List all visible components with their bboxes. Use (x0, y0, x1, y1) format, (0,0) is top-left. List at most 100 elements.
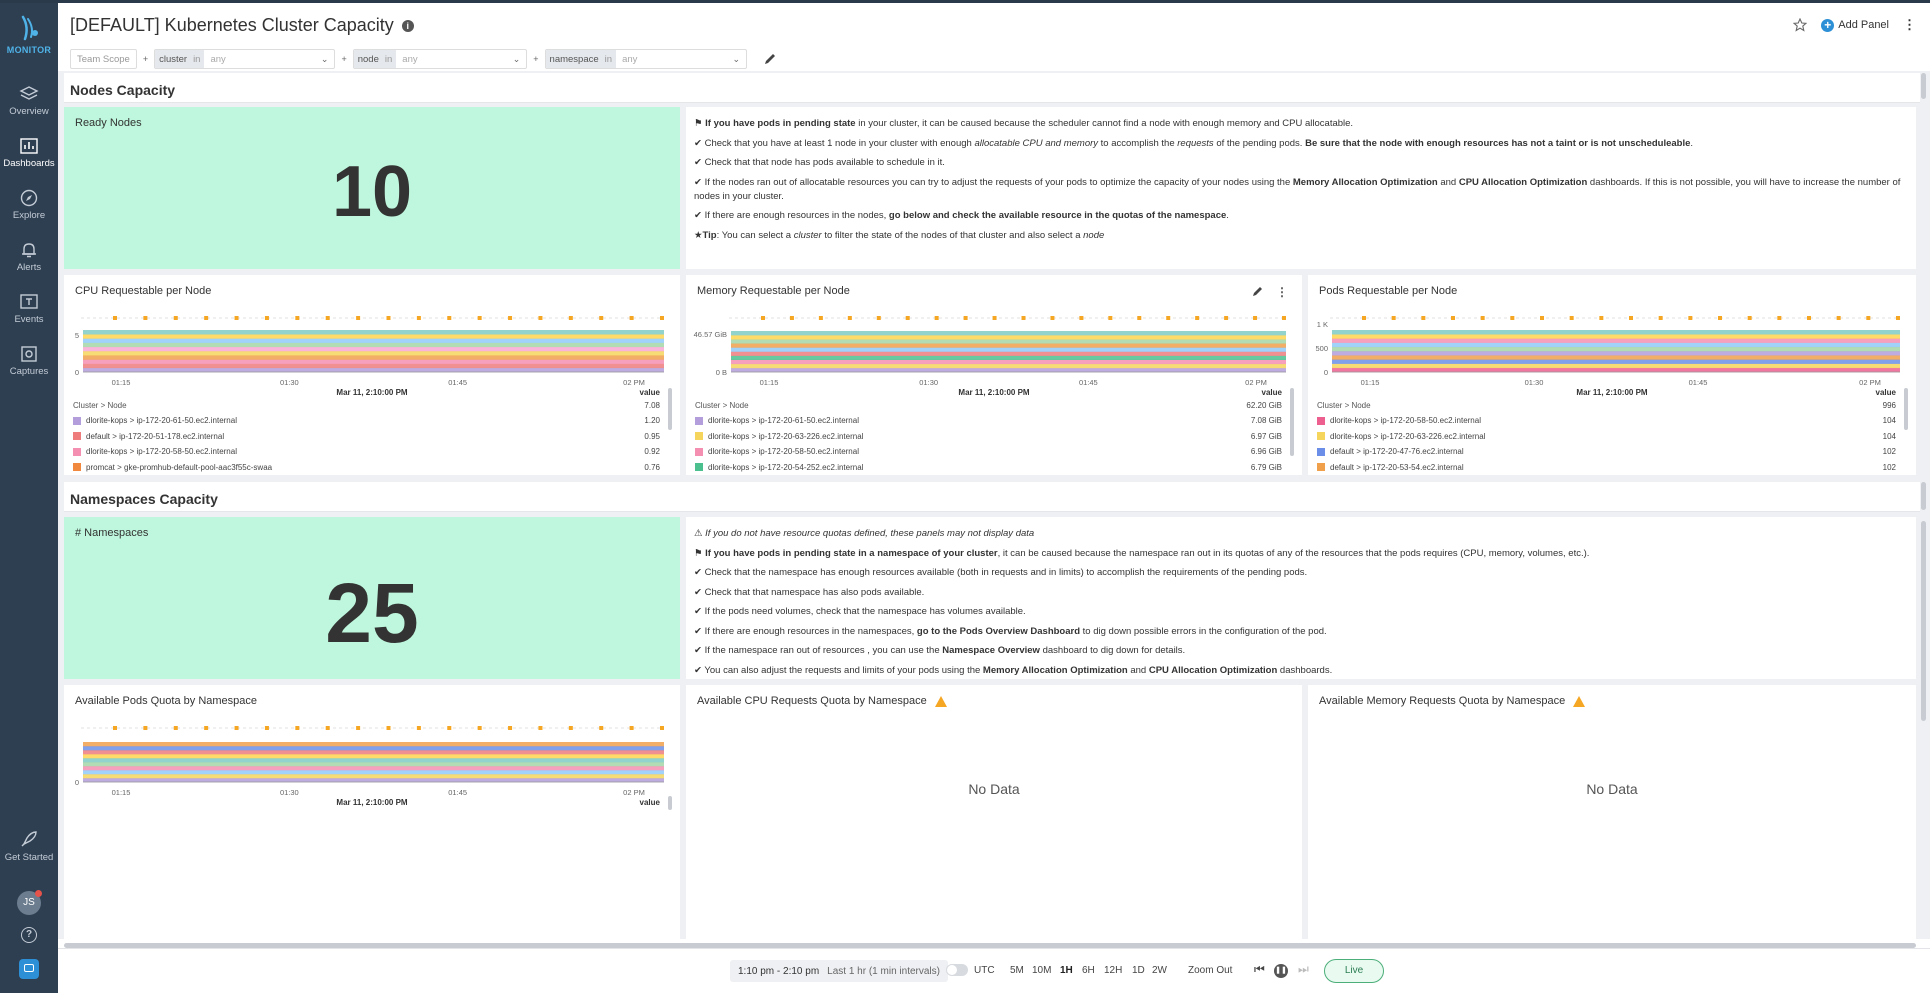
utc-toggle[interactable] (946, 964, 968, 976)
sidebar-item-explore[interactable]: Explore (0, 189, 58, 221)
text-run: requests (1177, 137, 1214, 149)
scope-filter-namespace[interactable]: namespace in any ⌄ (544, 49, 748, 69)
cpu-area-chart[interactable]: 01:15 01:30 01:45 02 PM 0 5 (64, 297, 680, 385)
range-12h-button[interactable]: 12H (1104, 965, 1122, 976)
legend-value-header: value (639, 798, 660, 807)
range-6h-button[interactable]: 6H (1082, 965, 1095, 976)
warning-icon[interactable] (934, 695, 947, 707)
sidebar-item-alerts[interactable]: Alerts (0, 241, 58, 273)
time-range-selector[interactable]: 1:10 pm - 2:10 pm Last 1 hr (1 min inter… (730, 960, 948, 982)
x-tick-label: 01:15 (112, 788, 131, 795)
event-marker (295, 316, 300, 320)
monitor-logo[interactable]: MONITOR (0, 13, 58, 55)
main-area: [DEFAULT] Kubernetes Cluster Capacity i … (58, 3, 1930, 993)
star-icon[interactable] (1793, 18, 1808, 32)
event-marker (538, 726, 543, 730)
section-header-namespaces[interactable]: Namespaces Capacity (64, 482, 1920, 512)
help-button[interactable]: ? (0, 927, 58, 943)
legend-row[interactable]: default > ip-172-20-47-76.ec2.internal (1317, 447, 1464, 456)
event-marker (992, 316, 997, 320)
legend-scrollbar[interactable] (668, 796, 672, 810)
legend-series-name: default > ip-172-20-51-178.ec2.internal (86, 431, 225, 441)
scope-value-select[interactable]: any ⌄ (204, 50, 334, 68)
user-avatar-button[interactable]: JS (0, 890, 58, 915)
legend-scrollbar[interactable] (1290, 388, 1294, 456)
content-scrollbar[interactable] (1921, 521, 1926, 721)
chat-button[interactable] (0, 959, 58, 979)
add-panel-button[interactable]: + Add Panel (1821, 18, 1889, 32)
legend-scrollbar[interactable] (1904, 388, 1908, 430)
more-vert-icon[interactable]: ⋮ (1903, 17, 1916, 33)
panel-title: Available CPU Requests Quota by Namespac… (697, 695, 927, 707)
section-scrollbar[interactable] (1921, 73, 1926, 99)
x-tick-label: 01:30 (1525, 378, 1544, 385)
pods-quota-area-chart[interactable]: 01:15 01:30 01:45 02 PM 0 (64, 707, 680, 795)
edit-scope-icon[interactable] (763, 52, 777, 66)
legend-row[interactable]: dlorite-kops > ip-172-20-58-50.ec2.inter… (1317, 416, 1481, 425)
section-scrollbar[interactable] (1921, 482, 1926, 510)
zoom-out-button[interactable]: Zoom Out (1188, 965, 1232, 976)
sidebar-item-dashboards[interactable]: Dashboards (0, 137, 58, 169)
get-started-button[interactable]: Get Started (0, 829, 58, 863)
legend-row[interactable]: dlorite-kops > ip-172-20-61-50.ec2.inter… (695, 416, 859, 425)
x-tick-label: 02 PM (1245, 378, 1267, 385)
skip-forward-icon[interactable]: ⏭ (1298, 962, 1309, 977)
legend-group-value: 7.08 (644, 401, 660, 410)
scope-filter-node[interactable]: node in any ⌄ (352, 49, 528, 69)
event-marker (568, 316, 573, 320)
event-marker (477, 726, 482, 730)
sidebar-item-overview[interactable]: Overview (0, 85, 58, 117)
text-run: ✔ If the namespace ran out of resources … (694, 645, 943, 656)
help-icon: ? (21, 927, 37, 943)
live-button[interactable]: Live (1324, 959, 1384, 983)
layers-icon (19, 86, 39, 100)
legend-row[interactable]: dlorite-kops > ip-172-20-58-50.ec2.inter… (73, 447, 237, 456)
legend-row[interactable]: dlorite-kops > ip-172-20-63-226.ec2.inte… (1317, 432, 1485, 441)
sidebar-item-captures[interactable]: Captures (0, 345, 58, 377)
legend-timestamp: Mar 11, 2:10:00 PM (958, 388, 1030, 397)
legend-row[interactable]: dlorite-kops > ip-172-20-61-50.ec2.inter… (73, 416, 237, 425)
event-marker (1195, 316, 1200, 320)
section-header-nodes[interactable]: Nodes Capacity (64, 73, 1920, 103)
skip-back-icon[interactable]: ⏮ (1254, 962, 1265, 977)
range-1d-button[interactable]: 1D (1132, 965, 1145, 976)
legend-swatch (695, 432, 703, 440)
scope-value-select[interactable]: any ⌄ (616, 50, 746, 68)
event-marker (1282, 316, 1286, 320)
area-band (731, 363, 1286, 369)
range-5m-button[interactable]: 5M (1010, 965, 1024, 976)
text-run: cluster (793, 229, 822, 241)
info-icon[interactable]: i (401, 19, 414, 32)
legend-swatch (1317, 432, 1325, 440)
range-2w-button[interactable]: 2W (1152, 965, 1167, 976)
legend-row[interactable]: default > ip-172-20-51-178.ec2.internal (73, 432, 224, 441)
legend-group-value: 62.20 GiB (1246, 401, 1282, 410)
event-marker (761, 316, 765, 320)
sidebar-item-events[interactable]: Events (0, 293, 58, 325)
text-run: , it can be caused because the namespace… (997, 547, 1590, 559)
legend-scrollbar[interactable] (668, 388, 672, 430)
event-marker (143, 726, 148, 730)
avatar: JS (17, 890, 42, 915)
pause-icon[interactable]: ❚❚ (1274, 964, 1288, 978)
area-band (1332, 363, 1900, 369)
edit-panel-icon[interactable] (1252, 285, 1264, 297)
scope-filter-cluster[interactable]: cluster in any ⌄ (154, 49, 336, 69)
area-band (83, 355, 664, 360)
pods-area-chart[interactable]: 01:15 01:30 01:45 02 PM 0 500 1 K (1308, 297, 1916, 385)
text-run: ✔ Check that the namespace has enough re… (694, 567, 1308, 578)
legend-row[interactable]: dlorite-kops > ip-172-20-54-252.ec2.inte… (695, 463, 863, 472)
text-run: and (1437, 176, 1459, 188)
scope-value-select[interactable]: any ⌄ (396, 50, 526, 68)
team-scope-field[interactable]: Team Scope (70, 49, 137, 69)
memory-area-chart[interactable]: 01:15 01:30 01:45 02 PM 0 B 46.57 GiB (686, 297, 1302, 385)
legend-row[interactable]: dlorite-kops > ip-172-20-58-50.ec2.inter… (695, 447, 859, 456)
legend-row[interactable]: promcat > gke-promhub-default-pool-aac3f… (73, 463, 272, 472)
legend-row[interactable]: default > ip-172-20-53-54.ec2.internal (1317, 463, 1464, 472)
range-10m-button[interactable]: 10M (1032, 965, 1051, 976)
warning-icon[interactable] (1573, 695, 1586, 707)
range-1h-button[interactable]: 1H (1060, 965, 1073, 976)
legend-row[interactable]: dlorite-kops > ip-172-20-63-226.ec2.inte… (695, 432, 863, 441)
area-band (1332, 355, 1900, 360)
event-marker (568, 726, 573, 730)
